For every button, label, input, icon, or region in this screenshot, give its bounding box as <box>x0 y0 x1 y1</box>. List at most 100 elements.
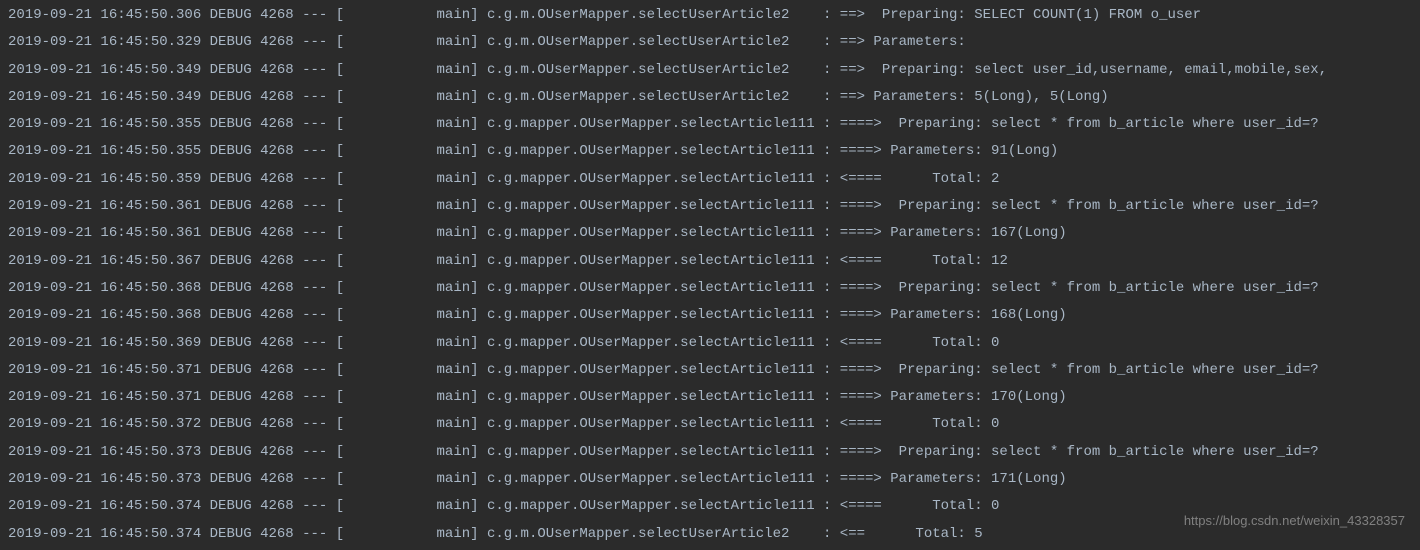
log-logger: c.g.mapper.OUserMapper.selectArticle111 <box>487 335 823 351</box>
log-level: DEBUG <box>210 198 252 214</box>
log-level: DEBUG <box>210 116 252 132</box>
log-thread: [ main] <box>336 307 479 323</box>
log-thread: [ main] <box>336 526 479 542</box>
log-arrow: : <==== <box>823 253 899 269</box>
log-message: Total: 12 <box>899 253 1008 269</box>
log-logger: c.g.mapper.OUserMapper.selectArticle111 <box>487 225 823 241</box>
log-level: DEBUG <box>210 416 252 432</box>
log-line: 2019-09-21 16:45:50.361 DEBUG 4268 --- [… <box>8 220 1412 247</box>
log-message: Preparing: select * from b_article where… <box>890 444 1318 460</box>
log-timestamp: 2019-09-21 16:45:50.373 <box>8 444 201 460</box>
log-arrow: : ==> <box>823 62 873 78</box>
log-message: Preparing: select * from b_article where… <box>890 116 1318 132</box>
log-logger: c.g.mapper.OUserMapper.selectArticle111 <box>487 198 823 214</box>
log-line: 2019-09-21 16:45:50.349 DEBUG 4268 --- [… <box>8 84 1412 111</box>
log-pid: 4268 <box>260 526 294 542</box>
log-message: Preparing: select * from b_article where… <box>890 280 1318 296</box>
log-line: 2019-09-21 16:45:50.373 DEBUG 4268 --- [… <box>8 439 1412 466</box>
log-output: 2019-09-21 16:45:50.306 DEBUG 4268 --- [… <box>8 2 1412 548</box>
log-level: DEBUG <box>210 143 252 159</box>
log-timestamp: 2019-09-21 16:45:50.349 <box>8 89 201 105</box>
log-separator: --- <box>302 444 327 460</box>
log-separator: --- <box>302 498 327 514</box>
log-thread: [ main] <box>336 198 479 214</box>
log-separator: --- <box>302 280 327 296</box>
log-message: Total: 0 <box>899 335 1000 351</box>
log-thread: [ main] <box>336 335 479 351</box>
log-message: Total: 2 <box>899 171 1000 187</box>
log-separator: --- <box>302 198 327 214</box>
log-timestamp: 2019-09-21 16:45:50.373 <box>8 471 201 487</box>
log-pid: 4268 <box>260 307 294 323</box>
watermark-text: https://blog.csdn.net/weixin_43328357 <box>1184 508 1405 533</box>
log-line: 2019-09-21 16:45:50.368 DEBUG 4268 --- [… <box>8 302 1412 329</box>
log-arrow: : ====> <box>823 444 890 460</box>
log-arrow: : ====> <box>823 280 890 296</box>
log-timestamp: 2019-09-21 16:45:50.374 <box>8 526 201 542</box>
log-message: Preparing: select * from b_article where… <box>890 198 1318 214</box>
log-logger: c.g.mapper.OUserMapper.selectArticle111 <box>487 389 823 405</box>
log-line: 2019-09-21 16:45:50.369 DEBUG 4268 --- [… <box>8 330 1412 357</box>
log-logger: c.g.m.OUserMapper.selectUserArticle2 <box>487 526 823 542</box>
log-logger: c.g.mapper.OUserMapper.selectArticle111 <box>487 362 823 378</box>
log-pid: 4268 <box>260 389 294 405</box>
log-pid: 4268 <box>260 498 294 514</box>
log-message: Parameters: 168(Long) <box>890 307 1066 323</box>
log-pid: 4268 <box>260 171 294 187</box>
log-timestamp: 2019-09-21 16:45:50.371 <box>8 389 201 405</box>
log-message: Parameters: 170(Long) <box>890 389 1066 405</box>
log-thread: [ main] <box>336 416 479 432</box>
log-timestamp: 2019-09-21 16:45:50.374 <box>8 498 201 514</box>
log-timestamp: 2019-09-21 16:45:50.359 <box>8 171 201 187</box>
log-thread: [ main] <box>336 389 479 405</box>
log-timestamp: 2019-09-21 16:45:50.329 <box>8 34 201 50</box>
log-separator: --- <box>302 471 327 487</box>
log-separator: --- <box>302 7 327 23</box>
log-thread: [ main] <box>336 7 479 23</box>
log-arrow: : <==== <box>823 335 899 351</box>
log-logger: c.g.m.OUserMapper.selectUserArticle2 <box>487 34 823 50</box>
log-logger: c.g.mapper.OUserMapper.selectArticle111 <box>487 143 823 159</box>
log-message: Parameters: <box>873 34 974 50</box>
log-line: 2019-09-21 16:45:50.367 DEBUG 4268 --- [… <box>8 248 1412 275</box>
log-thread: [ main] <box>336 89 479 105</box>
log-level: DEBUG <box>210 307 252 323</box>
log-message: Parameters: 91(Long) <box>890 143 1058 159</box>
log-separator: --- <box>302 362 327 378</box>
log-message: Preparing: select user_id,username, emai… <box>873 62 1327 78</box>
log-level: DEBUG <box>210 171 252 187</box>
log-separator: --- <box>302 416 327 432</box>
log-pid: 4268 <box>260 143 294 159</box>
log-level: DEBUG <box>210 444 252 460</box>
log-pid: 4268 <box>260 335 294 351</box>
log-thread: [ main] <box>336 471 479 487</box>
log-timestamp: 2019-09-21 16:45:50.368 <box>8 307 201 323</box>
log-level: DEBUG <box>210 498 252 514</box>
log-level: DEBUG <box>210 471 252 487</box>
log-level: DEBUG <box>210 89 252 105</box>
log-line: 2019-09-21 16:45:50.355 DEBUG 4268 --- [… <box>8 111 1412 138</box>
log-line: 2019-09-21 16:45:50.372 DEBUG 4268 --- [… <box>8 411 1412 438</box>
log-timestamp: 2019-09-21 16:45:50.367 <box>8 253 201 269</box>
log-pid: 4268 <box>260 280 294 296</box>
log-separator: --- <box>302 143 327 159</box>
log-pid: 4268 <box>260 253 294 269</box>
log-timestamp: 2019-09-21 16:45:50.361 <box>8 198 201 214</box>
log-line: 2019-09-21 16:45:50.306 DEBUG 4268 --- [… <box>8 2 1412 29</box>
log-line: 2019-09-21 16:45:50.371 DEBUG 4268 --- [… <box>8 384 1412 411</box>
log-thread: [ main] <box>336 62 479 78</box>
log-thread: [ main] <box>336 143 479 159</box>
log-arrow: : ====> <box>823 143 890 159</box>
log-logger: c.g.m.OUserMapper.selectUserArticle2 <box>487 89 823 105</box>
log-thread: [ main] <box>336 171 479 187</box>
log-thread: [ main] <box>336 280 479 296</box>
log-thread: [ main] <box>336 362 479 378</box>
log-timestamp: 2019-09-21 16:45:50.355 <box>8 143 201 159</box>
log-timestamp: 2019-09-21 16:45:50.306 <box>8 7 201 23</box>
log-pid: 4268 <box>260 416 294 432</box>
log-separator: --- <box>302 171 327 187</box>
log-pid: 4268 <box>260 471 294 487</box>
log-arrow: : <==== <box>823 498 899 514</box>
log-thread: [ main] <box>336 253 479 269</box>
log-arrow: : ====> <box>823 116 890 132</box>
